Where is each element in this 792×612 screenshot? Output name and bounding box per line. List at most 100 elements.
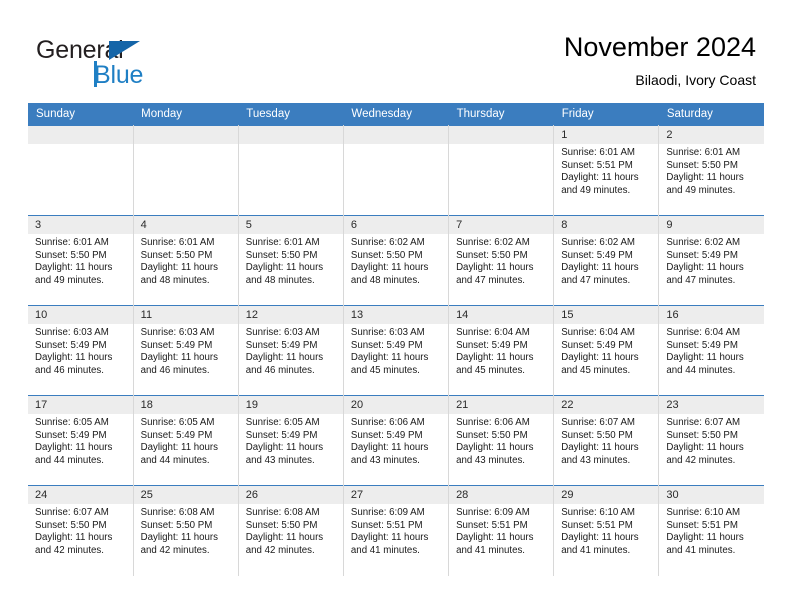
calendar-day-cell[interactable]: 28 Sunrise: 6:09 AM Sunset: 5:51 PM Dayligh… — [448, 485, 555, 576]
day-number: 2 — [659, 126, 764, 144]
weekday-header-thursday: Thursday — [448, 103, 554, 126]
sunrise-text: Sunrise: 6:05 AM — [245, 417, 320, 428]
calendar-day-cell-empty — [133, 125, 239, 216]
daylight-text: Daylight: 11 hours and 41 minutes. — [666, 532, 744, 556]
logo-triangle-icon — [109, 41, 140, 60]
calendar-day-cell[interactable]: 20 Sunrise: 6:06 AM Sunset: 5:49 PM Dayligh… — [343, 395, 450, 486]
calendar-day-cell[interactable]: 8 Sunrise: 6:02 AM Sunset: 5:49 PM Daylight… — [553, 215, 660, 306]
day-details: Sunrise: 6:02 AM Sunset: 5:50 PM Daylight:… — [449, 234, 553, 287]
sunrise-text: Sunrise: 6:04 AM — [666, 327, 741, 338]
page-header: General Blue November 2024 Bilaodi, Ivor… — [0, 0, 792, 100]
calendar-day-cell[interactable]: 25 Sunrise: 6:08 AM Sunset: 5:50 PM Dayligh… — [133, 485, 239, 576]
sunset-text: Sunset: 5:50 PM — [245, 519, 318, 531]
calendar-day-cell[interactable]: 14 Sunrise: 6:04 AM Sunset: 5:49 PM Dayligh… — [448, 305, 555, 396]
daylight-text: Daylight: 11 hours and 46 minutes. — [35, 352, 113, 376]
calendar-day-cell[interactable]: 17 Sunrise: 6:05 AM Sunset: 5:49 PM Dayligh… — [28, 395, 134, 486]
calendar-day-cell[interactable]: 22 Sunrise: 6:07 AM Sunset: 5:50 PM Dayligh… — [553, 395, 660, 486]
sunset-text: Sunset: 5:49 PM — [140, 339, 213, 351]
sunrise-text: Sunrise: 6:03 AM — [350, 327, 425, 338]
calendar-day-cell[interactable]: 11 Sunrise: 6:03 AM Sunset: 5:49 PM Dayligh… — [133, 305, 239, 396]
day-number: 22 — [554, 396, 659, 414]
calendar-day-cell[interactable]: 10 Sunrise: 6:03 AM Sunset: 5:49 PM Dayligh… — [28, 305, 134, 396]
sunset-text: Sunset: 5:51 PM — [456, 519, 528, 531]
calendar-day-cell[interactable]: 15 Sunrise: 6:04 AM Sunset: 5:49 PM Dayligh… — [553, 305, 660, 396]
day-details: Sunrise: 6:03 AM Sunset: 5:49 PM Daylight:… — [239, 324, 343, 377]
sunrise-text: Sunrise: 6:06 AM — [456, 417, 530, 428]
daylight-text: Daylight: 11 hours and 44 minutes. — [35, 442, 113, 466]
weekday-header-monday: Monday — [133, 103, 239, 126]
sunrise-text: Sunrise: 6:02 AM — [456, 237, 530, 248]
day-number: 3 — [28, 216, 133, 234]
day-details: Sunrise: 6:10 AM Sunset: 5:51 PM Daylight:… — [659, 504, 764, 557]
sunrise-text: Sunrise: 6:10 AM — [561, 507, 635, 518]
daylight-text: Daylight: 11 hours and 43 minutes. — [456, 442, 534, 466]
day-number: 8 — [554, 216, 659, 234]
sunset-text: Sunset: 5:50 PM — [456, 429, 528, 441]
general-blue-logo[interactable]: General Blue — [36, 36, 216, 89]
calendar-day-cell[interactable]: 9 Sunrise: 6:02 AM Sunset: 5:49 PM Daylight… — [658, 215, 764, 306]
sunrise-text: Sunrise: 6:10 AM — [666, 507, 741, 518]
day-number — [449, 126, 554, 144]
calendar-week-row: 17 Sunrise: 6:05 AM Sunset: 5:49 PM Dayligh… — [28, 395, 764, 486]
sunrise-text: Sunrise: 6:03 AM — [35, 327, 109, 338]
sunset-text: Sunset: 5:50 PM — [350, 249, 423, 261]
sunrise-text: Sunrise: 6:02 AM — [561, 237, 635, 248]
day-details: Sunrise: 6:04 AM Sunset: 5:49 PM Daylight:… — [449, 324, 553, 377]
calendar-day-cell[interactable]: 23 Sunrise: 6:07 AM Sunset: 5:50 PM Dayligh… — [658, 395, 764, 486]
sunrise-text: Sunrise: 6:07 AM — [35, 507, 109, 518]
sunrise-text: Sunrise: 6:02 AM — [350, 237, 425, 248]
calendar-day-cell[interactable]: 6 Sunrise: 6:02 AM Sunset: 5:50 PM Daylight… — [343, 215, 450, 306]
calendar-day-cell[interactable]: 29 Sunrise: 6:10 AM Sunset: 5:51 PM Dayligh… — [553, 485, 660, 576]
day-details: Sunrise: 6:06 AM Sunset: 5:50 PM Daylight:… — [449, 414, 553, 467]
day-details: Sunrise: 6:02 AM Sunset: 5:50 PM Daylight:… — [344, 234, 448, 287]
daylight-text: Daylight: 11 hours and 42 minutes. — [35, 532, 113, 556]
calendar-day-cell[interactable]: 2 Sunrise: 6:01 AM Sunset: 5:50 PM Daylight… — [658, 125, 764, 216]
calendar-day-cell[interactable]: 24 Sunrise: 6:07 AM Sunset: 5:50 PM Dayligh… — [28, 485, 134, 576]
sunrise-text: Sunrise: 6:07 AM — [561, 417, 635, 428]
calendar-day-cell[interactable]: 27 Sunrise: 6:09 AM Sunset: 5:51 PM Dayligh… — [343, 485, 450, 576]
day-details: Sunrise: 6:09 AM Sunset: 5:51 PM Daylight:… — [449, 504, 553, 557]
calendar-day-cell[interactable]: 26 Sunrise: 6:08 AM Sunset: 5:50 PM Dayligh… — [238, 485, 344, 576]
day-details: Sunrise: 6:03 AM Sunset: 5:49 PM Daylight:… — [344, 324, 448, 377]
day-number: 9 — [659, 216, 764, 234]
calendar-day-cell[interactable]: 5 Sunrise: 6:01 AM Sunset: 5:50 PM Daylight… — [238, 215, 344, 306]
day-details: Sunrise: 6:01 AM Sunset: 5:50 PM Daylight:… — [28, 234, 133, 287]
calendar-day-cell[interactable]: 30 Sunrise: 6:10 AM Sunset: 5:51 PM Dayligh… — [658, 485, 764, 576]
calendar-day-cell[interactable]: 18 Sunrise: 6:05 AM Sunset: 5:49 PM Dayligh… — [133, 395, 239, 486]
calendar-day-cell[interactable]: 13 Sunrise: 6:03 AM Sunset: 5:49 PM Dayligh… — [343, 305, 450, 396]
daylight-text: Daylight: 11 hours and 42 minutes. — [245, 532, 324, 556]
sunset-text: Sunset: 5:50 PM — [140, 519, 213, 531]
daylight-text: Daylight: 11 hours and 45 minutes. — [561, 352, 639, 376]
sunset-text: Sunset: 5:50 PM — [666, 159, 738, 171]
daylight-text: Daylight: 11 hours and 47 minutes. — [561, 262, 639, 286]
calendar-day-cell[interactable]: 7 Sunrise: 6:02 AM Sunset: 5:50 PM Daylight… — [448, 215, 555, 306]
sunrise-text: Sunrise: 6:03 AM — [245, 327, 320, 338]
calendar-day-cell[interactable]: 19 Sunrise: 6:05 AM Sunset: 5:49 PM Dayligh… — [238, 395, 344, 486]
calendar-week-row: 10 Sunrise: 6:03 AM Sunset: 5:49 PM Dayligh… — [28, 305, 764, 396]
daylight-text: Daylight: 11 hours and 43 minutes. — [350, 442, 429, 466]
daylight-text: Daylight: 11 hours and 44 minutes. — [666, 352, 744, 376]
day-number — [343, 126, 449, 144]
daylight-text: Daylight: 11 hours and 41 minutes. — [561, 532, 639, 556]
calendar-day-cell[interactable]: 3 Sunrise: 6:01 AM Sunset: 5:50 PM Daylight… — [28, 215, 134, 306]
calendar-day-cell[interactable]: 12 Sunrise: 6:03 AM Sunset: 5:49 PM Dayligh… — [238, 305, 344, 396]
daylight-text: Daylight: 11 hours and 46 minutes. — [140, 352, 219, 376]
calendar-day-cell[interactable]: 16 Sunrise: 6:04 AM Sunset: 5:49 PM Dayligh… — [658, 305, 764, 396]
sunset-text: Sunset: 5:50 PM — [666, 429, 738, 441]
sunrise-text: Sunrise: 6:04 AM — [561, 327, 635, 338]
sunset-text: Sunset: 5:49 PM — [35, 429, 107, 441]
day-number: 20 — [343, 396, 449, 414]
sunset-text: Sunset: 5:49 PM — [245, 339, 318, 351]
page-subtitle: Bilaodi, Ivory Coast — [635, 72, 756, 88]
calendar-day-cell[interactable]: 1 Sunrise: 6:01 AM Sunset: 5:51 PM Daylight… — [553, 125, 660, 216]
calendar-day-cell[interactable]: 4 Sunrise: 6:01 AM Sunset: 5:50 PM Daylight… — [133, 215, 239, 306]
day-details: Sunrise: 6:07 AM Sunset: 5:50 PM Daylight:… — [28, 504, 133, 557]
day-details: Sunrise: 6:05 AM Sunset: 5:49 PM Daylight:… — [239, 414, 343, 467]
weekday-header-wednesday: Wednesday — [343, 103, 449, 126]
sunset-text: Sunset: 5:50 PM — [35, 519, 107, 531]
sunrise-text: Sunrise: 6:05 AM — [35, 417, 109, 428]
sunrise-text: Sunrise: 6:02 AM — [666, 237, 741, 248]
calendar-day-cell[interactable]: 21 Sunrise: 6:06 AM Sunset: 5:50 PM Dayligh… — [448, 395, 555, 486]
day-number: 14 — [449, 306, 554, 324]
day-details: Sunrise: 6:05 AM Sunset: 5:49 PM Daylight:… — [28, 414, 133, 467]
